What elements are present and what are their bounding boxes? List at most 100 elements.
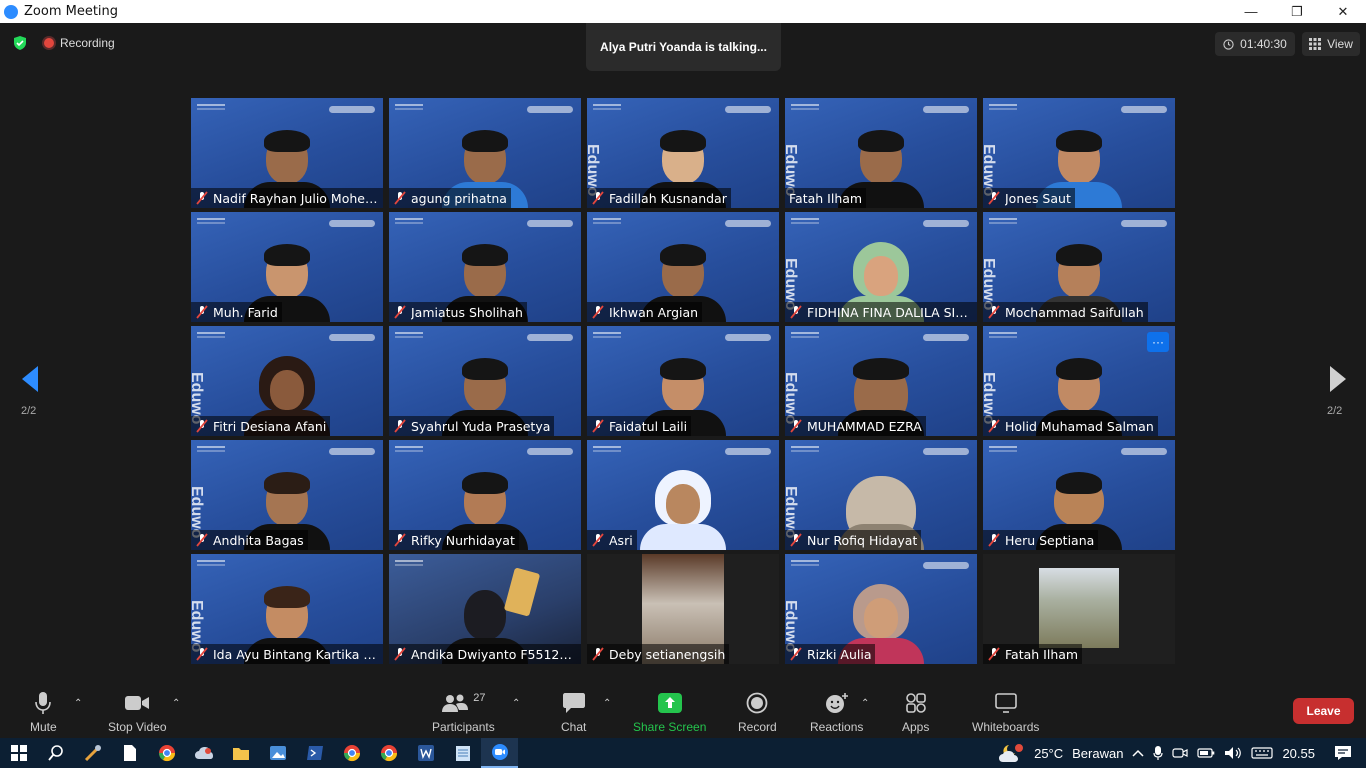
mute-button[interactable]: Mute — [30, 690, 57, 734]
minimize-button[interactable]: — — [1228, 0, 1274, 23]
microphone-in-use-icon[interactable] — [1153, 745, 1164, 761]
taskbar-file[interactable] — [111, 738, 148, 768]
show-hidden-icons-chevron-icon[interactable] — [1132, 749, 1144, 757]
windows-taskbar: 25°C Berawan 20.55 — [0, 738, 1366, 768]
mic-muted-icon — [196, 191, 208, 205]
taskbar-chrome-3[interactable] — [370, 738, 407, 768]
participant-name: Muh. Farid — [213, 304, 278, 320]
weather-cloudy-night-icon[interactable] — [997, 742, 1025, 764]
participants-button[interactable]: 27 Participants — [432, 690, 495, 734]
participant-tile[interactable]: Eduwo Fitri Desiana Afani — [191, 326, 383, 436]
chat-options-caret-icon[interactable]: ⌃ — [603, 698, 611, 709]
apps-icon — [905, 693, 926, 713]
taskbar-search-button[interactable] — [37, 738, 74, 768]
participant-tile[interactable]: Eduwo Ida Ayu Bintang Kartika Ma... — [191, 554, 383, 664]
participant-tile[interactable]: Syahrul Yuda Prasetya — [389, 326, 581, 436]
image-viewer-icon — [269, 746, 286, 760]
whiteboards-button[interactable]: Whiteboards — [972, 690, 1039, 734]
recording-indicator[interactable]: Recording — [44, 36, 115, 50]
leave-button[interactable]: Leave — [1293, 698, 1354, 724]
participants-options-caret-icon[interactable]: ⌃ — [512, 698, 520, 709]
participant-tile[interactable]: Eduwo Mochammad Saifullah — [983, 212, 1175, 322]
taskbar-app-cloud[interactable] — [185, 738, 222, 768]
participant-tile[interactable]: Fatah Ilham — [983, 554, 1175, 664]
participant-name: Jones Saut — [1005, 190, 1071, 206]
taskbar-app-image[interactable] — [259, 738, 296, 768]
participant-tile[interactable]: Eduwo Nur Rofiq Hidayat — [785, 440, 977, 550]
shield-icon[interactable] — [12, 35, 28, 51]
taskbar-chrome[interactable] — [148, 738, 185, 768]
background-watermark — [395, 446, 423, 452]
share-screen-button[interactable]: Share Screen — [633, 690, 706, 734]
background-logo — [725, 448, 771, 455]
participant-nameplate: Rizki Aulia — [785, 644, 876, 664]
reactions-smiley-icon — [825, 693, 848, 713]
reactions-options-caret-icon[interactable]: ⌃ — [861, 698, 869, 709]
mic-muted-icon — [394, 533, 406, 547]
battery-icon[interactable] — [1197, 747, 1215, 759]
participant-tile[interactable]: Eduwo Rizki Aulia — [785, 554, 977, 664]
participant-tile[interactable]: Eduwo MUHAMMAD EZRA — [785, 326, 977, 436]
taskbar-notepad[interactable] — [444, 738, 481, 768]
keyboard-icon[interactable] — [1251, 747, 1274, 759]
chrome-icon — [380, 745, 397, 762]
participant-tile[interactable]: Ikhwan Argian — [587, 212, 779, 322]
recording-label: Recording — [60, 36, 115, 50]
mic-muted-icon — [988, 191, 1000, 205]
participant-tile[interactable]: Nadif Rayhan Julio Mohede — [191, 98, 383, 208]
background-logo — [725, 220, 771, 227]
stop-video-button[interactable]: Stop Video — [108, 690, 167, 734]
participant-tile[interactable]: Jamiatus Sholihah — [389, 212, 581, 322]
taskbar-chrome-2[interactable] — [333, 738, 370, 768]
participant-tile[interactable]: Eduwo Jones Saut — [983, 98, 1175, 208]
chat-button[interactable]: Chat — [561, 690, 586, 734]
record-button[interactable]: Record — [738, 690, 777, 734]
view-button[interactable]: View — [1302, 32, 1360, 56]
participant-tile[interactable]: Asri — [587, 440, 779, 550]
volume-icon[interactable] — [1224, 746, 1242, 760]
participant-tile[interactable]: Faidatul Laili — [587, 326, 779, 436]
start-button[interactable] — [0, 738, 37, 768]
meeting-timer[interactable]: 01:40:30 — [1215, 32, 1295, 56]
taskbar-word[interactable] — [407, 738, 444, 768]
participant-tile[interactable]: Andika Dwiyanto F55120119 — [389, 554, 581, 664]
recording-dot-icon — [44, 38, 54, 48]
taskbar-file-explorer[interactable] — [222, 738, 259, 768]
background-logo — [923, 562, 969, 569]
close-button[interactable]: ✕ — [1320, 0, 1366, 23]
participant-tile[interactable]: Muh. Farid — [191, 212, 383, 322]
clock-time[interactable]: 20.55 — [1282, 746, 1315, 761]
audio-options-caret-icon[interactable]: ⌃ — [74, 698, 82, 709]
previous-page-arrow-icon[interactable] — [18, 364, 42, 394]
meeting-toolbar: Mute ⌃ Stop Video ⌃ 27 Participants ⌃ Ch… — [0, 686, 1366, 738]
participant-tile[interactable]: Deby setianengsih — [587, 554, 779, 664]
background-logo — [1121, 220, 1167, 227]
taskbar-app-pinned[interactable] — [74, 738, 111, 768]
participant-tile[interactable]: Eduwo Fadillah Kusnandar — [587, 98, 779, 208]
taskbar-zoom[interactable] — [481, 738, 518, 768]
background-watermark — [197, 332, 225, 338]
participant-tile[interactable]: agung prihatna — [389, 98, 581, 208]
reactions-button[interactable]: Reactions — [810, 690, 863, 734]
next-page-arrow-icon[interactable] — [1326, 364, 1350, 394]
video-options-caret-icon[interactable]: ⌃ — [172, 698, 180, 709]
apps-button[interactable]: Apps — [902, 690, 929, 734]
taskbar-powershell[interactable] — [296, 738, 333, 768]
restore-button[interactable]: ❐ — [1274, 0, 1320, 23]
whiteboard-icon — [994, 693, 1017, 713]
participant-tile[interactable]: Rifky Nurhidayat — [389, 440, 581, 550]
notifications-icon[interactable] — [1334, 745, 1352, 761]
participant-more-options-button[interactable]: ··· — [1147, 332, 1169, 352]
participant-tile[interactable]: Eduwo Andhita Bagas — [191, 440, 383, 550]
background-watermark — [593, 104, 621, 110]
webcam-in-use-icon[interactable] — [1172, 746, 1189, 760]
participant-tile[interactable]: Eduwo ··· Holid Muhamad Salman — [983, 326, 1175, 436]
window-title: Zoom Meeting — [24, 4, 119, 19]
participant-name: Nadif Rayhan Julio Mohede — [213, 190, 379, 206]
chrome-icon — [343, 745, 360, 762]
participant-tile[interactable]: Eduwo Fatah Ilham — [785, 98, 977, 208]
background-watermark — [791, 560, 819, 566]
participant-tile[interactable]: Eduwo FIDHINA FINA DALILA SISTE... — [785, 212, 977, 322]
participant-tile[interactable]: Heru Septiana — [983, 440, 1175, 550]
view-label: View — [1327, 37, 1353, 51]
